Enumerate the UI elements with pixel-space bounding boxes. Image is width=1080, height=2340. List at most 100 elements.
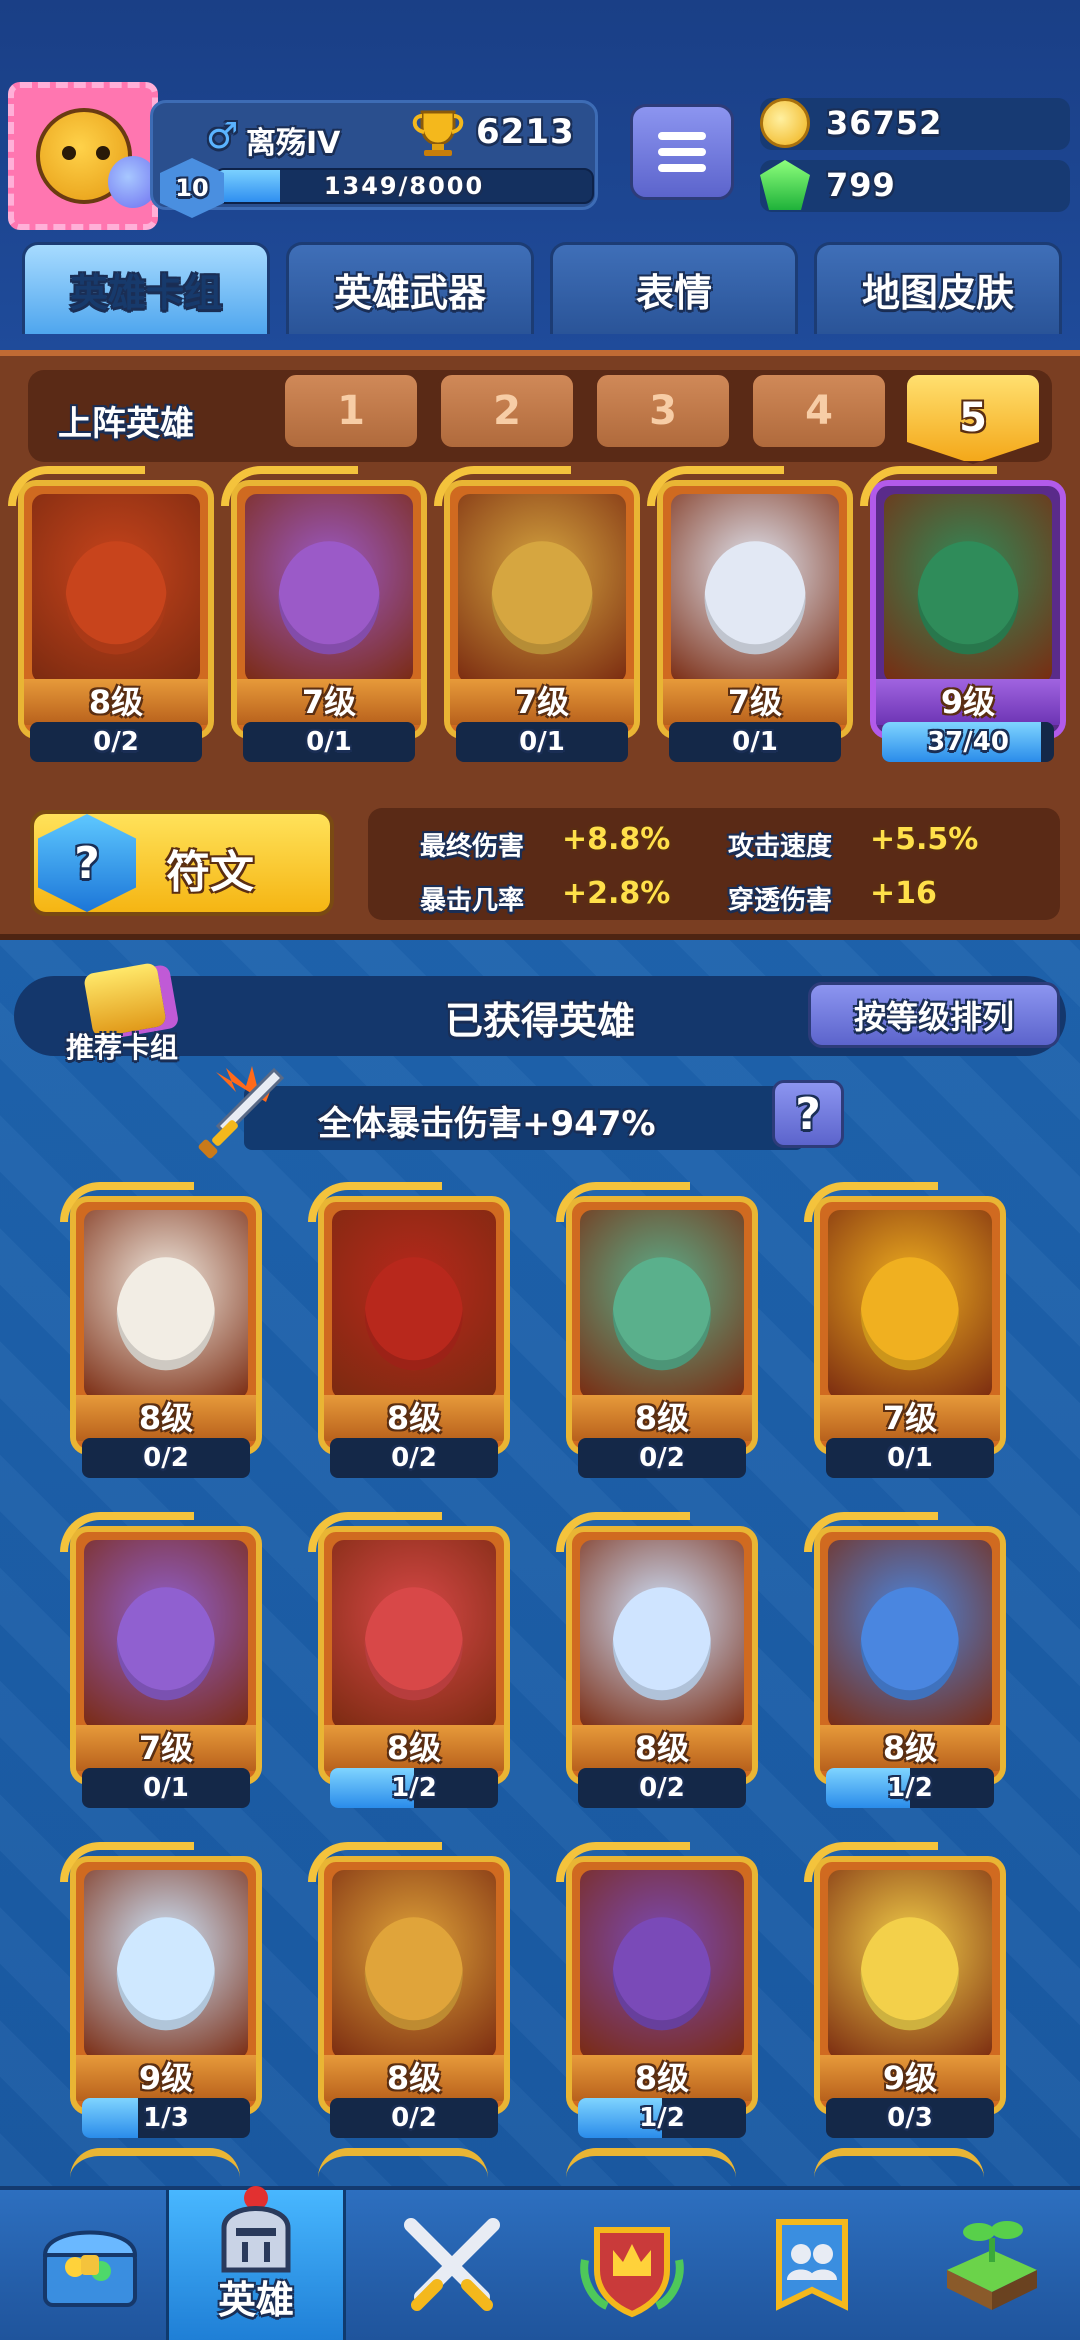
card-wing-ornament xyxy=(60,1182,195,1222)
hero-upgrade-progress: 0/2 xyxy=(330,1438,498,1478)
monkey-king-portrait xyxy=(32,494,200,684)
stat-crit-rate-label: 暴击几率 xyxy=(420,886,525,916)
help-button[interactable]: ? xyxy=(772,1080,844,1148)
green-hat-ghost-portrait xyxy=(884,494,1052,684)
gem-count: 799 xyxy=(826,166,896,204)
card-wing-ornament xyxy=(221,466,359,506)
stat-pierce-damage-label: 穿透伤害 xyxy=(728,886,833,916)
menu-icon-line xyxy=(658,148,706,156)
nav-island[interactable] xyxy=(902,2190,1080,2340)
octopus-pirate-portrait xyxy=(580,1870,744,2060)
player-avatar[interactable] xyxy=(8,82,158,230)
nav-team[interactable] xyxy=(722,2190,902,2340)
hero-face xyxy=(917,540,1019,655)
hero-card[interactable]: 9级 0/3 xyxy=(804,1842,1006,2138)
hero-level-label: 7级 xyxy=(450,679,634,726)
next-row-card-edge xyxy=(318,2148,488,2188)
hero-face xyxy=(65,540,167,655)
lineup-slot-1[interactable]: 1 xyxy=(282,372,420,450)
lineup-title: 上阵英雄 xyxy=(58,404,194,444)
sort-by-level-button[interactable]: 按等级排列 xyxy=(808,982,1060,1048)
hero-level-label: 8级 xyxy=(76,1395,256,1442)
hero-upgrade-progress-text: 0/2 xyxy=(639,1773,685,1803)
hero-face xyxy=(116,1916,216,2031)
hero-card[interactable]: 8级 0/2 xyxy=(60,1182,262,1478)
stat-final-damage-label: 最终伤害 xyxy=(420,832,525,862)
hero-card[interactable]: 8级 0/2 xyxy=(556,1182,758,1478)
nav-heroes[interactable]: 英雄 xyxy=(166,2186,346,2340)
nav-battle[interactable] xyxy=(362,2190,542,2340)
tab-hero-deck[interactable]: 英雄卡组 xyxy=(22,242,270,334)
hero-upgrade-progress-text: 1/2 xyxy=(887,1773,933,1803)
next-row-card-edge xyxy=(70,2148,240,2188)
golden-ninja-portrait xyxy=(828,1210,992,1400)
hero-upgrade-progress-text: 0/2 xyxy=(93,727,139,757)
hero-card[interactable]: 7级 0/1 xyxy=(60,1512,262,1808)
tab-hero-weapons[interactable]: 英雄武器 xyxy=(286,242,534,334)
trophy-count: 6213 xyxy=(476,112,575,152)
hero-face xyxy=(704,540,806,655)
sprout-island-icon xyxy=(947,2221,1037,2310)
old-sage-portrait xyxy=(84,1210,248,1400)
hero-card[interactable]: 8级 0/2 xyxy=(8,466,214,762)
hero-level-label: 7级 xyxy=(237,679,421,726)
red-bean-hat-portrait xyxy=(332,1540,496,1730)
hero-card[interactable]: 8级 1/2 xyxy=(804,1512,1006,1808)
hero-card-frame: 9级 xyxy=(70,1856,262,2116)
coin-icon xyxy=(760,98,810,148)
hero-card-frame: 7级 xyxy=(70,1526,262,1786)
hero-card-frame: 7级 xyxy=(657,480,853,740)
lineup-slot-4[interactable]: 4 xyxy=(750,372,888,450)
hero-upgrade-progress-text: 1/2 xyxy=(391,1773,437,1803)
nav-heroes-label: 英雄 xyxy=(217,2278,294,2322)
hero-card[interactable]: 7级 0/1 xyxy=(647,466,853,762)
hero-card[interactable]: 9级 37/40 xyxy=(860,466,1066,762)
hooded-mage-portrait xyxy=(828,1870,992,2060)
hero-card[interactable]: 8级 0/2 xyxy=(308,1182,510,1478)
hero-level-label: 9级 xyxy=(76,2055,256,2102)
hero-card-frame: 7级 xyxy=(231,480,427,740)
card-wing-ornament xyxy=(556,1182,691,1222)
card-wing-ornament xyxy=(60,1512,195,1552)
card-wing-ornament xyxy=(804,1182,939,1222)
cowboy-portrait xyxy=(332,1870,496,2060)
team-banner-icon xyxy=(776,2219,848,2311)
hero-card[interactable]: 8级 1/2 xyxy=(308,1512,510,1808)
hero-card[interactable]: 7级 0/1 xyxy=(221,466,427,762)
hero-upgrade-progress: 0/1 xyxy=(826,1438,994,1478)
hero-upgrade-progress: 0/2 xyxy=(578,1768,746,1808)
hero-card-frame: 8级 xyxy=(566,1196,758,1456)
hero-upgrade-progress: 1/2 xyxy=(578,2098,746,2138)
hero-card-frame: 9级 xyxy=(870,480,1066,740)
menu-button[interactable] xyxy=(630,104,734,200)
hero-card[interactable]: 8级 1/2 xyxy=(556,1842,758,2138)
nav-ranking[interactable] xyxy=(542,2190,722,2340)
menu-icon-line xyxy=(658,164,706,172)
hero-face xyxy=(278,540,380,655)
hero-upgrade-progress-text: 0/1 xyxy=(306,727,352,757)
hero-face xyxy=(491,540,593,655)
tab-emotes[interactable]: 表情 xyxy=(550,242,798,334)
hero-card[interactable]: 8级 0/2 xyxy=(556,1512,758,1808)
nav-shop[interactable] xyxy=(0,2190,180,2340)
gender-male-icon: ♂ xyxy=(206,116,239,157)
card-wing-ornament xyxy=(308,1512,443,1552)
police-sunglasses-portrait xyxy=(580,1210,744,1400)
hero-level-label: 8级 xyxy=(572,2055,752,2102)
hero-face xyxy=(364,1916,464,2031)
stat-attack-speed-label: 攻击速度 xyxy=(728,832,833,862)
lineup-slot-3[interactable]: 3 xyxy=(594,372,732,450)
tab-map-skins[interactable]: 地图皮肤 xyxy=(814,242,1062,334)
hero-upgrade-progress-text: 37/40 xyxy=(927,727,1009,757)
card-wing-ornament xyxy=(804,1842,939,1882)
hero-face xyxy=(860,1256,960,1371)
hero-card[interactable]: 7级 0/1 xyxy=(434,466,640,762)
hero-card[interactable]: 8级 0/2 xyxy=(308,1842,510,2138)
lineup-slot-2[interactable]: 2 xyxy=(438,372,576,450)
menu-icon-line xyxy=(658,132,706,140)
yeti-portrait xyxy=(84,1870,248,2060)
coin-count: 36752 xyxy=(826,104,943,142)
hero-card[interactable]: 9级 1/3 xyxy=(60,1842,262,2138)
hero-card[interactable]: 7级 0/1 xyxy=(804,1182,1006,1478)
hero-card-frame: 7级 xyxy=(444,480,640,740)
